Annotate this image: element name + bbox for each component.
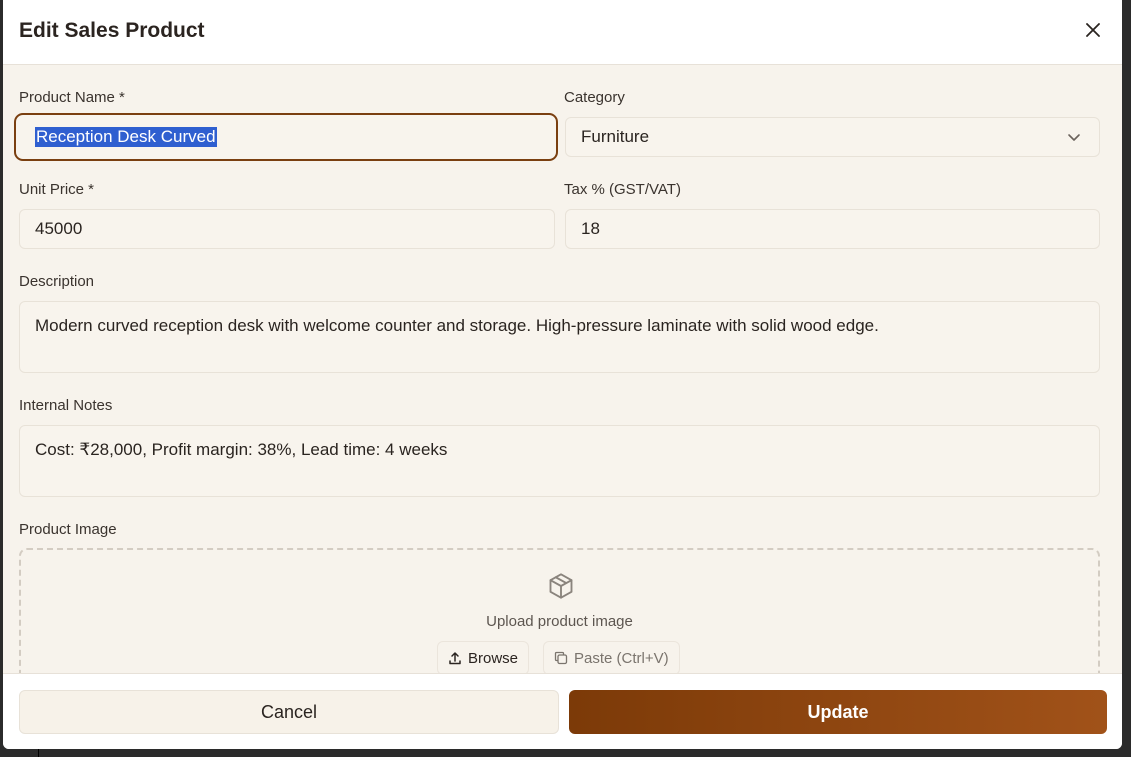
description-textarea[interactable]: Modern curved reception desk with welcom… <box>19 301 1100 373</box>
tax-label: Tax % (GST/VAT) <box>564 181 681 198</box>
product-name-label: Product Name * <box>19 89 125 106</box>
dialog-title: Edit Sales Product <box>19 19 205 42</box>
image-dropzone[interactable]: Upload product image Browse Paste (Ctrl+… <box>19 548 1100 688</box>
upload-prompt: Upload product image <box>486 613 633 630</box>
upload-icon <box>449 652 461 665</box>
description-value: Modern curved reception desk with welcom… <box>35 316 879 335</box>
internal-notes-textarea[interactable]: Cost: ₹28,000, Profit margin: 38%, Lead … <box>19 425 1100 497</box>
paste-button[interactable]: Paste (Ctrl+V) <box>543 641 680 675</box>
update-button[interactable]: Update <box>569 690 1107 734</box>
chevron-down-icon <box>1068 134 1080 141</box>
close-icon <box>1086 23 1100 37</box>
internal-notes-value: Cost: ₹28,000, Profit margin: 38%, Lead … <box>35 440 448 459</box>
unit-price-label: Unit Price * <box>19 181 95 198</box>
category-select[interactable]: Furniture <box>565 117 1100 157</box>
browse-label: Browse <box>468 649 519 667</box>
dialog-footer: Cancel Update <box>3 673 1122 749</box>
unit-price-input[interactable]: 45000 <box>19 209 555 249</box>
edit-product-dialog: Edit Sales Product Product Name * Recept… <box>3 0 1122 749</box>
cancel-button[interactable]: Cancel <box>19 690 559 734</box>
description-label: Description <box>19 273 95 290</box>
browse-button[interactable]: Browse <box>437 641 530 675</box>
product-image-label: Product Image <box>19 521 117 538</box>
dialog-header: Edit Sales Product <box>3 0 1122 65</box>
copy-icon <box>554 651 568 665</box>
category-value: Furniture <box>581 127 650 146</box>
tax-value: 18 <box>581 219 600 238</box>
product-name-input[interactable]: Reception Desk Curved <box>14 113 558 161</box>
paste-label: Paste (Ctrl+V) <box>574 649 669 667</box>
internal-notes-label: Internal Notes <box>19 397 113 414</box>
tax-input[interactable]: 18 <box>565 209 1100 249</box>
close-button[interactable] <box>1081 18 1105 42</box>
category-label: Category <box>564 89 625 106</box>
unit-price-value: 45000 <box>35 219 83 238</box>
product-name-value: Reception Desk Curved <box>35 127 217 147</box>
package-icon <box>549 573 573 599</box>
